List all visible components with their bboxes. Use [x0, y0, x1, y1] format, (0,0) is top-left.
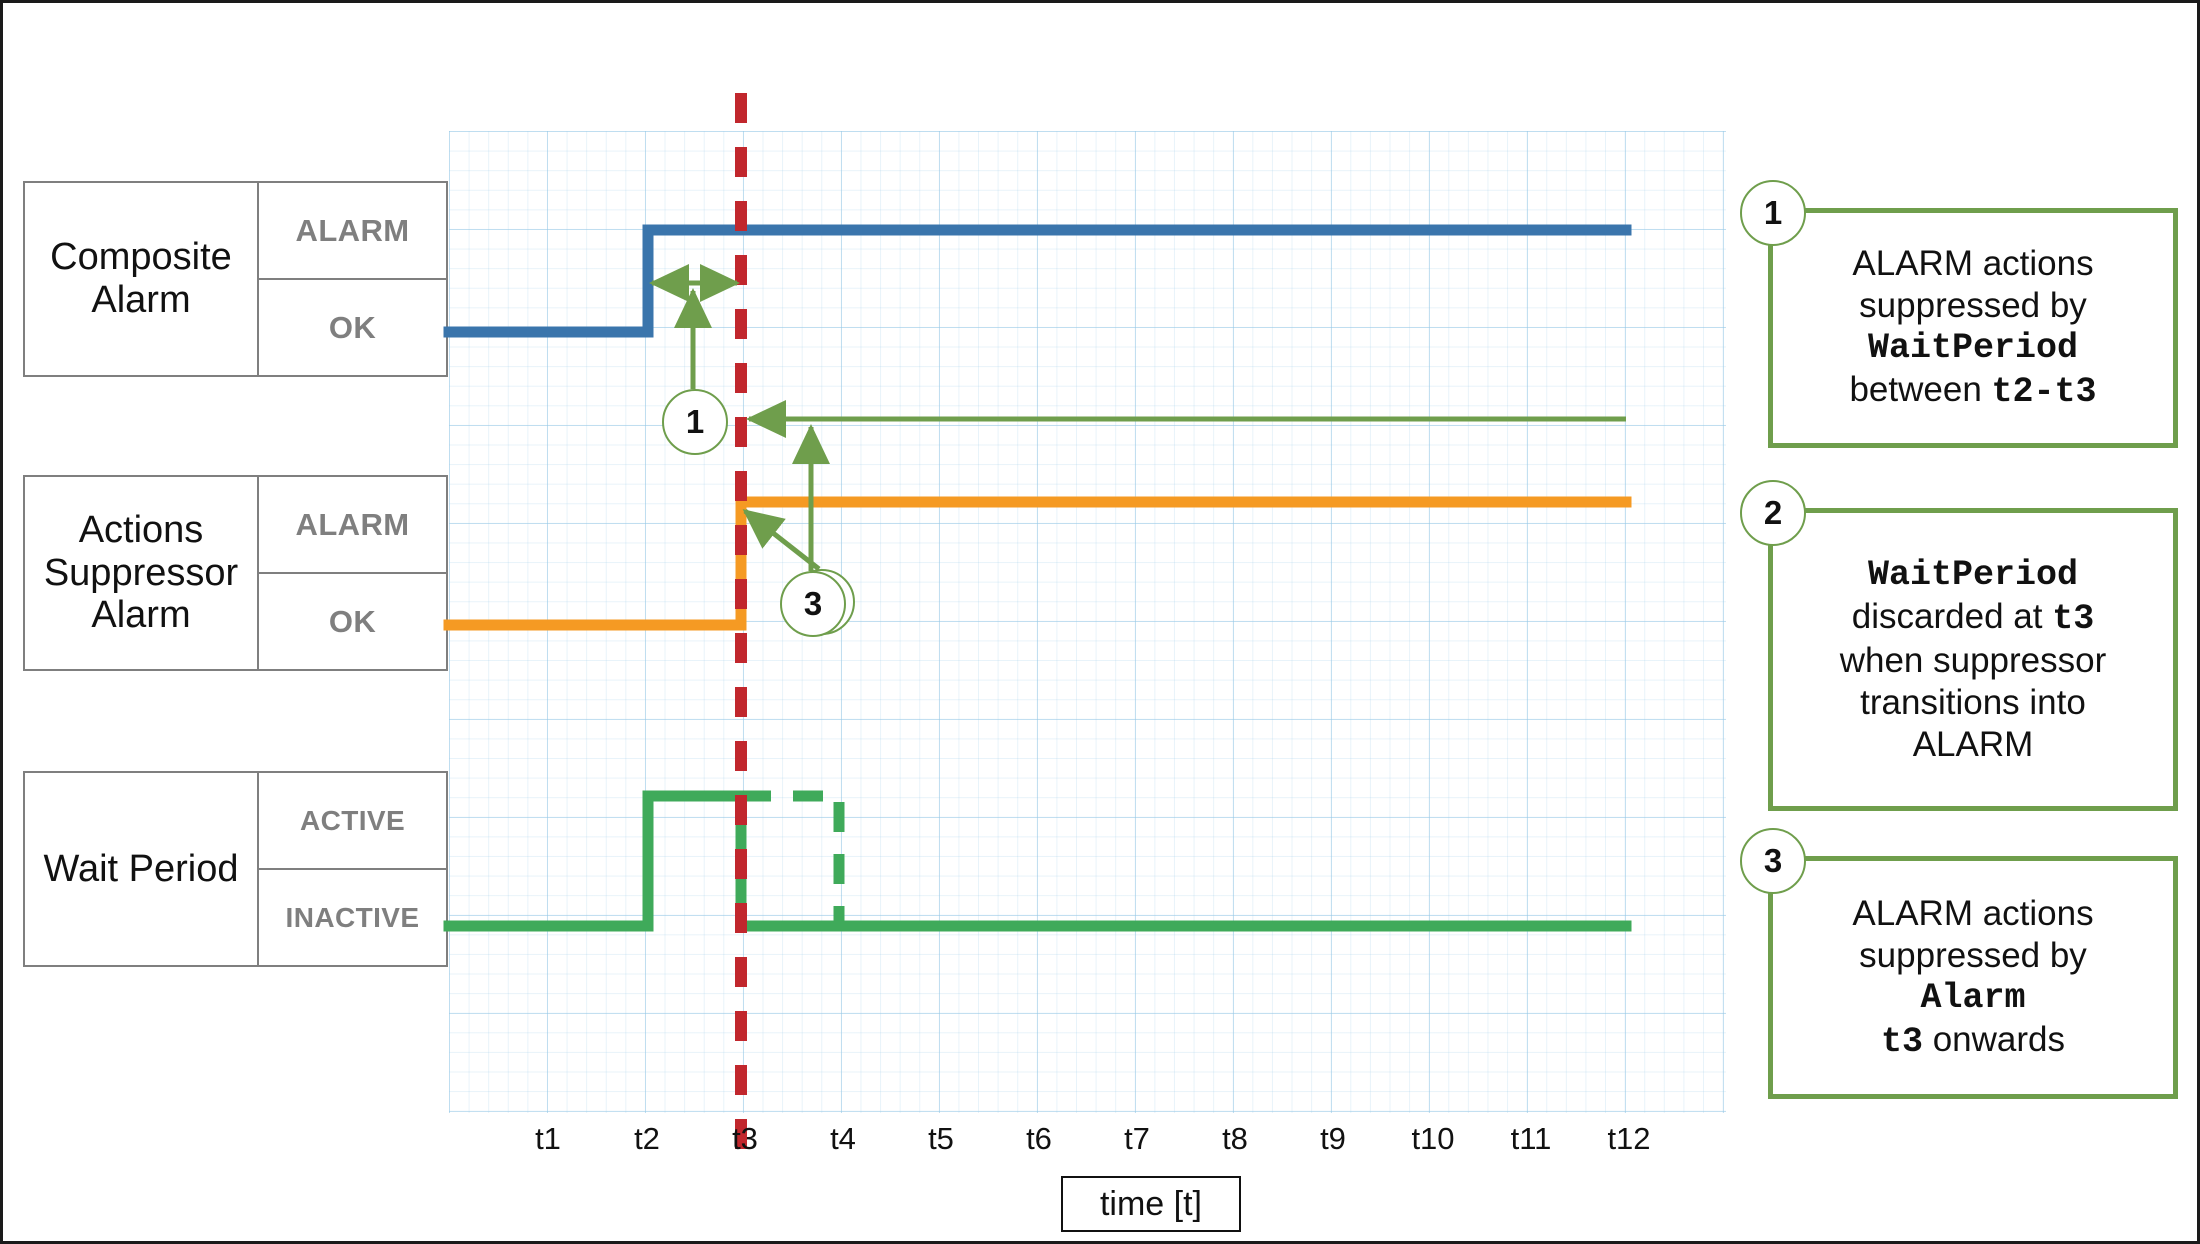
- callout-3-line-3: Alarm: [1920, 977, 2026, 1018]
- callout-marker-1[interactable]: 1: [662, 389, 728, 455]
- callout-2-line-4: transitions into: [1860, 682, 2086, 722]
- level-alarm: ALARM: [295, 212, 410, 248]
- row-levels-wait-period: ACTIVE INACTIVE: [257, 773, 446, 965]
- callout-3-line-4: t3 onwards: [1881, 1019, 2065, 1063]
- row-name-composite-alarm: Composite Alarm: [25, 183, 257, 375]
- callout-2-line-2: discarded at t3: [1852, 596, 2094, 640]
- callout-3-line-4-time: t3: [1880, 1021, 1923, 1062]
- callout-3-line-4-tail: onwards: [1922, 1019, 2066, 1059]
- callout-badge-2[interactable]: 2: [1740, 480, 1806, 546]
- row-levels-composite-alarm: ALARM OK: [257, 183, 446, 375]
- x-tick-t10: t10: [1411, 1121, 1455, 1156]
- callout-box-3: ALARM actions suppressed by Alarm t3 onw…: [1768, 856, 2178, 1099]
- callout-badge-3[interactable]: 3: [1740, 828, 1806, 894]
- callout-badge-3-label: 3: [1763, 842, 1783, 879]
- callout-badge-2-label: 2: [1763, 494, 1783, 531]
- row-name-line-1: Composite: [50, 236, 232, 279]
- series-wait-period-discarded-dashed: [741, 790, 845, 926]
- x-tick-t7: t7: [1124, 1121, 1150, 1156]
- row-name-line-3: Alarm: [91, 594, 191, 637]
- callout-2-line-3: when suppressor: [1839, 640, 2107, 680]
- callout-1-line-4-range: t2-t3: [1991, 372, 2097, 412]
- row-label-wait-period: Wait Period ACTIVE INACTIVE: [23, 771, 448, 967]
- row-name-line-1: Wait: [43, 847, 119, 890]
- callout-2-line-1: WaitPeriod: [1867, 554, 2079, 595]
- callout-3-line-2: suppressed by: [1859, 935, 2087, 975]
- x-tick-t11: t11: [1510, 1121, 1552, 1156]
- callout-1-line-1: ALARM actions: [1852, 244, 2094, 283]
- callout-2-line-2-time: t3: [2052, 598, 2095, 639]
- row-name-line-2: Alarm: [91, 279, 191, 321]
- row-name-wait-period: Wait Period: [25, 773, 257, 965]
- callout-box-2: WaitPeriod discarded at t3 when suppress…: [1768, 508, 2178, 811]
- x-tick-t6: t6: [1026, 1121, 1052, 1156]
- callout-box-1: ALARM actions suppressed by WaitPeriod b…: [1768, 208, 2178, 448]
- callout-1-line-2: suppressed by: [1859, 286, 2087, 325]
- callout-badge-1[interactable]: 1: [1740, 180, 1806, 246]
- x-tick-t3: t3: [732, 1121, 758, 1156]
- row-name-line-2: Suppressor: [43, 551, 239, 594]
- x-axis-label: time [t]: [1061, 1176, 1241, 1232]
- level-active: ACTIVE: [299, 804, 406, 836]
- row-levels-actions-suppressor-alarm: ALARM OK: [257, 477, 446, 669]
- row-label-composite-alarm: Composite Alarm ALARM OK: [23, 181, 448, 377]
- callout-badge-1-label: 1: [1763, 194, 1783, 231]
- row-name-line-1: Actions: [78, 509, 204, 552]
- callout-3-line-1: ALARM actions: [1852, 893, 2094, 933]
- callout-marker-3-label: 3: [803, 585, 823, 622]
- x-axis-label-text: time [t]: [1099, 1184, 1203, 1223]
- series-actions-suppressor-alarm: [443, 496, 1632, 631]
- x-tick-t9: t9: [1320, 1121, 1346, 1156]
- series-wait-period: [443, 790, 1632, 932]
- level-alarm: ALARM: [295, 506, 410, 542]
- callout-2-line-5: ALARM: [1912, 724, 2034, 764]
- x-tick-t1: t1: [535, 1121, 561, 1156]
- x-tick-t4: t4: [830, 1121, 856, 1156]
- x-tick-t12: t12: [1607, 1121, 1651, 1156]
- diagram-canvas: Composite Alarm ALARM OK Actions Suppres…: [0, 0, 2200, 1244]
- callout-marker-1-label: 1: [685, 403, 705, 440]
- x-axis-tick-labels: t1 t2 t3 t4 t5 t6 t7 t8 t9 t10 t11 t12: [3, 1121, 2197, 1167]
- x-tick-t8: t8: [1222, 1121, 1248, 1156]
- callout-1-line-4: between t2-t3: [1849, 369, 2096, 413]
- x-tick-t5: t5: [928, 1121, 954, 1156]
- row-label-actions-suppressor-alarm: Actions Suppressor Alarm ALARM OK: [23, 475, 448, 671]
- row-name-line-2: Period: [128, 847, 239, 890]
- x-tick-t2: t2: [634, 1121, 660, 1156]
- callout-1-line-4-head: between: [1849, 370, 1992, 409]
- level-ok: OK: [259, 278, 446, 375]
- timeline-plot-area: 1 2 3: [443, 93, 1726, 1171]
- callout-2-line-2-head: discarded at: [1851, 596, 2053, 636]
- callout-marker-3[interactable]: 3: [780, 571, 846, 637]
- annotation-2-leader: [742, 509, 821, 571]
- level-ok: OK: [259, 572, 446, 669]
- callout-1-line-3: WaitPeriod: [1867, 328, 2079, 368]
- row-name-actions-suppressor-alarm: Actions Suppressor Alarm: [25, 477, 257, 669]
- series-composite-alarm: [443, 224, 1632, 338]
- level-inactive: INACTIVE: [259, 868, 446, 965]
- timeline-series-svg: [443, 93, 1632, 1171]
